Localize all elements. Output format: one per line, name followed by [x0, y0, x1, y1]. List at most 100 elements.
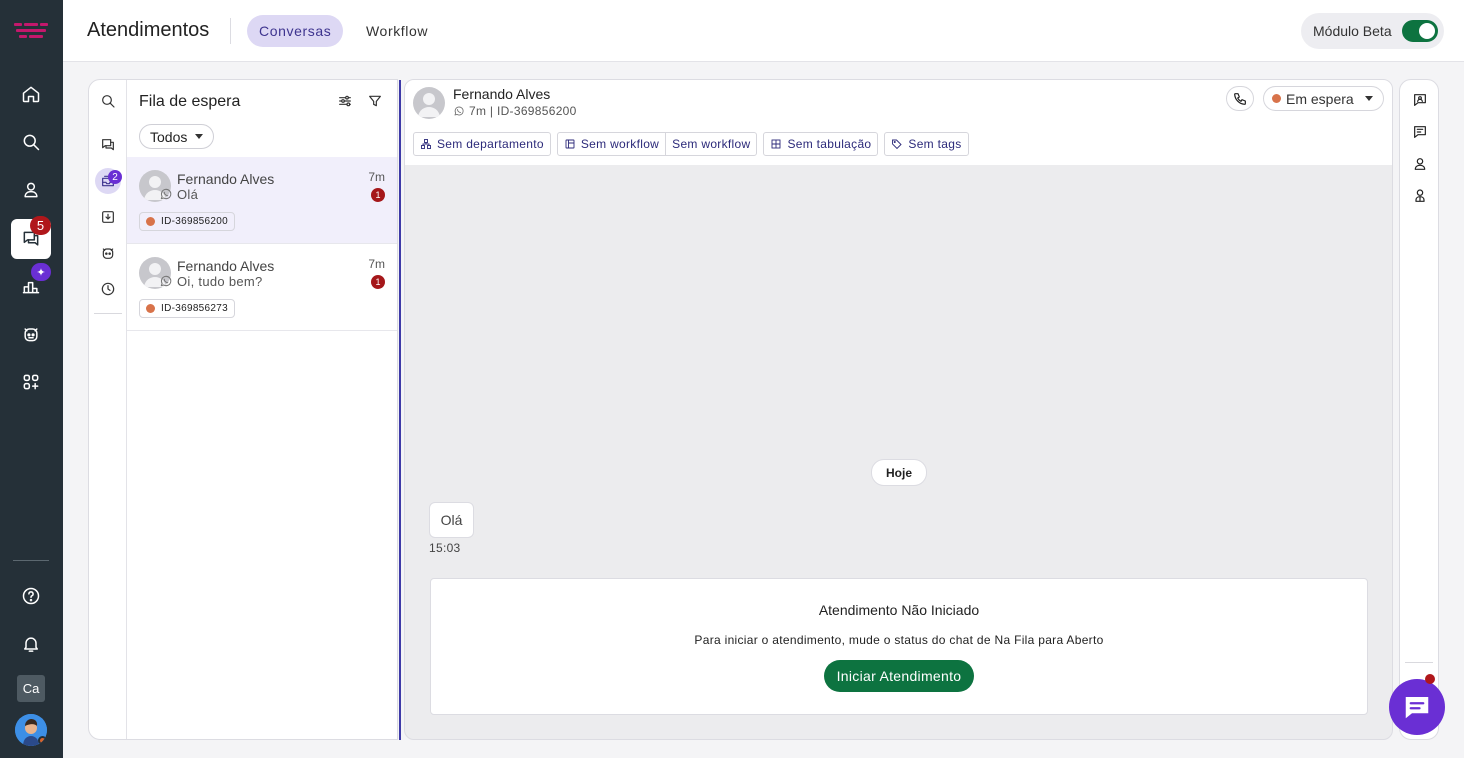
tag-icon [892, 139, 903, 150]
status-dot [146, 304, 155, 313]
panel-resize-handle[interactable] [399, 80, 401, 740]
notice-title: Atendimento Não Iniciado [818, 602, 980, 618]
last-message: Oi, tudo bem? [177, 274, 263, 289]
whatsapp-icon [454, 106, 464, 116]
workflow-step-label: Sem workflow [672, 137, 751, 151]
conversations-icon[interactable] [95, 132, 121, 158]
queue-filter-dropdown[interactable]: Todos [139, 124, 215, 149]
chevron-down-icon [1364, 96, 1373, 101]
status-dot [146, 217, 155, 226]
tabulation-chip[interactable]: Sem tabulação [763, 132, 879, 156]
contact-name: Fernando Alves [177, 258, 275, 274]
phone-icon[interactable] [1226, 86, 1254, 111]
message-timestamp: 15:03 [429, 541, 461, 555]
history-icon[interactable] [95, 276, 121, 302]
contact-name: Fernando Alves [177, 171, 275, 187]
unread-count: 1 [371, 188, 385, 202]
date-divider: Hoje [871, 459, 927, 486]
queue-title: Fila de espera [139, 93, 241, 110]
chat-badge: 5 [30, 216, 51, 235]
workflow-label: Sem workflow [580, 137, 660, 151]
table-icon [772, 139, 781, 149]
whatsapp-icon [159, 274, 173, 288]
top-bar: Atendimentos Conversas Workflow Módulo B… [63, 0, 1464, 62]
department-label: Sem departamento [437, 137, 544, 151]
queue-tools [337, 93, 383, 109]
chat-header: Fernando Alves 7m | ID-369856200 Em espe… [405, 80, 1392, 165]
user-avatar[interactable] [15, 714, 47, 746]
queue-badge: 2 [108, 170, 122, 184]
contact-card-icon[interactable] [1410, 90, 1430, 110]
status-dot [1272, 94, 1281, 103]
chat-panel: Fernando Alves 7m | ID-369856200 Em espe… [404, 79, 1393, 740]
chat-subtitle: 7m | ID-369856200 [453, 104, 577, 118]
tags-chip[interactable]: Sem tags [884, 132, 969, 156]
workflow-icon [565, 139, 575, 149]
message-bubble[interactable]: Olá [429, 502, 474, 538]
beta-label: Módulo Beta [1313, 23, 1392, 39]
rail-divider [13, 560, 49, 561]
spark-icon: ✦ [31, 263, 51, 281]
department-icon [421, 139, 431, 149]
search-icon[interactable] [11, 122, 51, 162]
chevron-down-icon [195, 134, 204, 139]
right-toolbar [1399, 79, 1439, 740]
contact-avatar [413, 87, 445, 119]
tags-label: Sem tags [908, 137, 962, 151]
message-time: 7m [368, 170, 385, 184]
queue-rail: 2 [89, 80, 127, 739]
ticket-id-tag: ID-369856200 [139, 212, 235, 231]
support-chat-button[interactable] [1389, 674, 1445, 735]
queue-filter-label: Todos [150, 128, 188, 145]
not-started-notice: Atendimento Não Iniciado Para iniciar o … [430, 578, 1368, 715]
queue-rail-divider [94, 313, 122, 314]
ticket-id-tag: ID-369856273 [139, 299, 235, 318]
chat-chips: Sem departamento Sem workflow Sem workfl… [413, 132, 969, 156]
help-icon[interactable] [11, 576, 51, 616]
chat-contact-name: Fernando Alves [453, 86, 551, 102]
ticket-id: ID-369856273 [161, 303, 228, 314]
queue-list: Fila de espera Todos Fernando Alves Olá … [127, 80, 397, 739]
tab-workflow[interactable]: Workflow [354, 15, 440, 47]
list-item[interactable]: Fernando Alves Oi, tudo bem? 7m 1 ID-369… [127, 244, 397, 331]
archive-icon[interactable] [95, 204, 121, 230]
beta-switch[interactable] [1401, 20, 1438, 42]
department-chip[interactable]: Sem departamento [413, 132, 551, 156]
apps-icon[interactable] [11, 362, 51, 402]
workspace-badge[interactable]: Ca [17, 675, 45, 702]
bot-icon[interactable] [11, 314, 51, 354]
status-label: Em espera [1286, 90, 1354, 107]
profile-icon[interactable] [1410, 154, 1430, 174]
presence-dot [38, 736, 47, 745]
notice-description: Para iniciar o atendimento, mude o statu… [694, 633, 1104, 647]
tabulation-label: Sem tabulação [787, 137, 872, 151]
chat-bubble-icon [1405, 697, 1429, 719]
main-nav-rail: 5 ✦ Ca [0, 0, 63, 758]
status-dropdown[interactable]: Em espera [1263, 86, 1384, 111]
unread-count: 1 [371, 275, 385, 289]
queue-bot-icon[interactable] [95, 240, 121, 266]
bell-icon[interactable] [11, 624, 51, 664]
chat-meta: 7m | ID-369856200 [469, 104, 577, 118]
queue-panel: 2 Fila de espera Todos Fernando Alves Ol… [88, 79, 398, 740]
filter-icon[interactable] [367, 93, 383, 109]
agent-icon[interactable] [1410, 186, 1430, 206]
sliders-icon[interactable] [337, 93, 353, 109]
workflow-chip[interactable]: Sem workflow Sem workflow [556, 132, 758, 156]
title-divider [230, 18, 231, 44]
page-title: Atendimentos [87, 19, 210, 41]
user-icon[interactable] [11, 170, 51, 210]
message-time: 7m [368, 257, 385, 271]
whatsapp-icon [159, 187, 173, 201]
start-service-button[interactable]: Iniciar Atendimento [824, 660, 974, 692]
queue-search-icon[interactable] [95, 88, 121, 114]
tab-conversas[interactable]: Conversas [247, 15, 344, 47]
beta-module-toggle[interactable]: Módulo Beta [1301, 13, 1444, 49]
list-item[interactable]: Fernando Alves Olá 7m 1 ID-369856200 [127, 157, 397, 244]
home-icon[interactable] [11, 74, 51, 114]
last-message: Olá [177, 187, 199, 202]
right-toolbar-divider [1405, 662, 1433, 663]
notes-icon[interactable] [1410, 122, 1430, 142]
app-logo[interactable] [14, 20, 48, 42]
notification-dot [1425, 674, 1435, 684]
